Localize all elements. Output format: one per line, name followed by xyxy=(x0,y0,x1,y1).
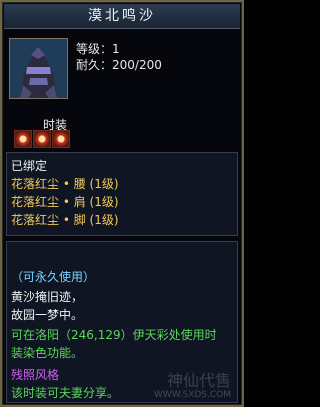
durability-label: 耐久： xyxy=(76,58,113,72)
set-item-1: 花落红尘 • 腰 (1级) xyxy=(11,177,119,191)
set-item-2: 花落红尘 • 肩 (1级) xyxy=(11,195,119,209)
level-label: 等级： xyxy=(76,42,113,56)
description-panel: （可永久使用） 黄沙掩旧迹， 故园一梦中。 可在洛阳（246,129）伊天彩处使… xyxy=(6,241,238,403)
fashion-slot-3[interactable] xyxy=(52,130,70,148)
durability-row: 耐久：200/200 xyxy=(76,56,162,73)
level-row: 等级：1 xyxy=(76,40,120,57)
durability-value: 200/200 xyxy=(112,58,162,72)
item-title: 漠北鸣沙 xyxy=(4,4,240,29)
fashion-slot-2[interactable] xyxy=(33,130,51,148)
watermark: 神仙代售 WWW.SXDS.COM xyxy=(135,373,231,401)
style-text: 残照风格 xyxy=(11,368,60,382)
set-item-3: 花落红尘 • 脚 (1级) xyxy=(11,213,119,227)
item-tooltip: 漠北鸣沙 等级：1 耐久：200/200 时装 已绑定 花落红尘 • 腰 (1级… xyxy=(0,0,244,407)
dye-location-line-1: 可在洛阳（246,129）伊天彩处使用时 xyxy=(11,328,217,342)
dye-location-line-2: 装染色功能。 xyxy=(11,346,84,360)
watermark-site: WWW.SXDS.COM xyxy=(153,390,231,400)
flavor-text-1: 黄沙掩旧迹， xyxy=(11,290,84,304)
item-portrait xyxy=(9,38,68,99)
permanent-use-text: （可永久使用） xyxy=(11,270,96,284)
flavor-text-2: 故园一梦中。 xyxy=(11,308,84,322)
level-value: 1 xyxy=(112,42,120,56)
share-text: 该时装可夫妻分享。 xyxy=(11,386,120,400)
binding-panel: 已绑定 花落红尘 • 腰 (1级) 花落红尘 • 肩 (1级) 花落红尘 • 脚… xyxy=(6,152,238,236)
bound-status: 已绑定 xyxy=(11,159,48,173)
costume-preview-image xyxy=(10,39,67,98)
fashion-slot-1[interactable] xyxy=(14,130,32,148)
dye-location-text: 可在洛阳（246,129）伊天彩处使用时 装染色功能。 xyxy=(11,326,235,362)
